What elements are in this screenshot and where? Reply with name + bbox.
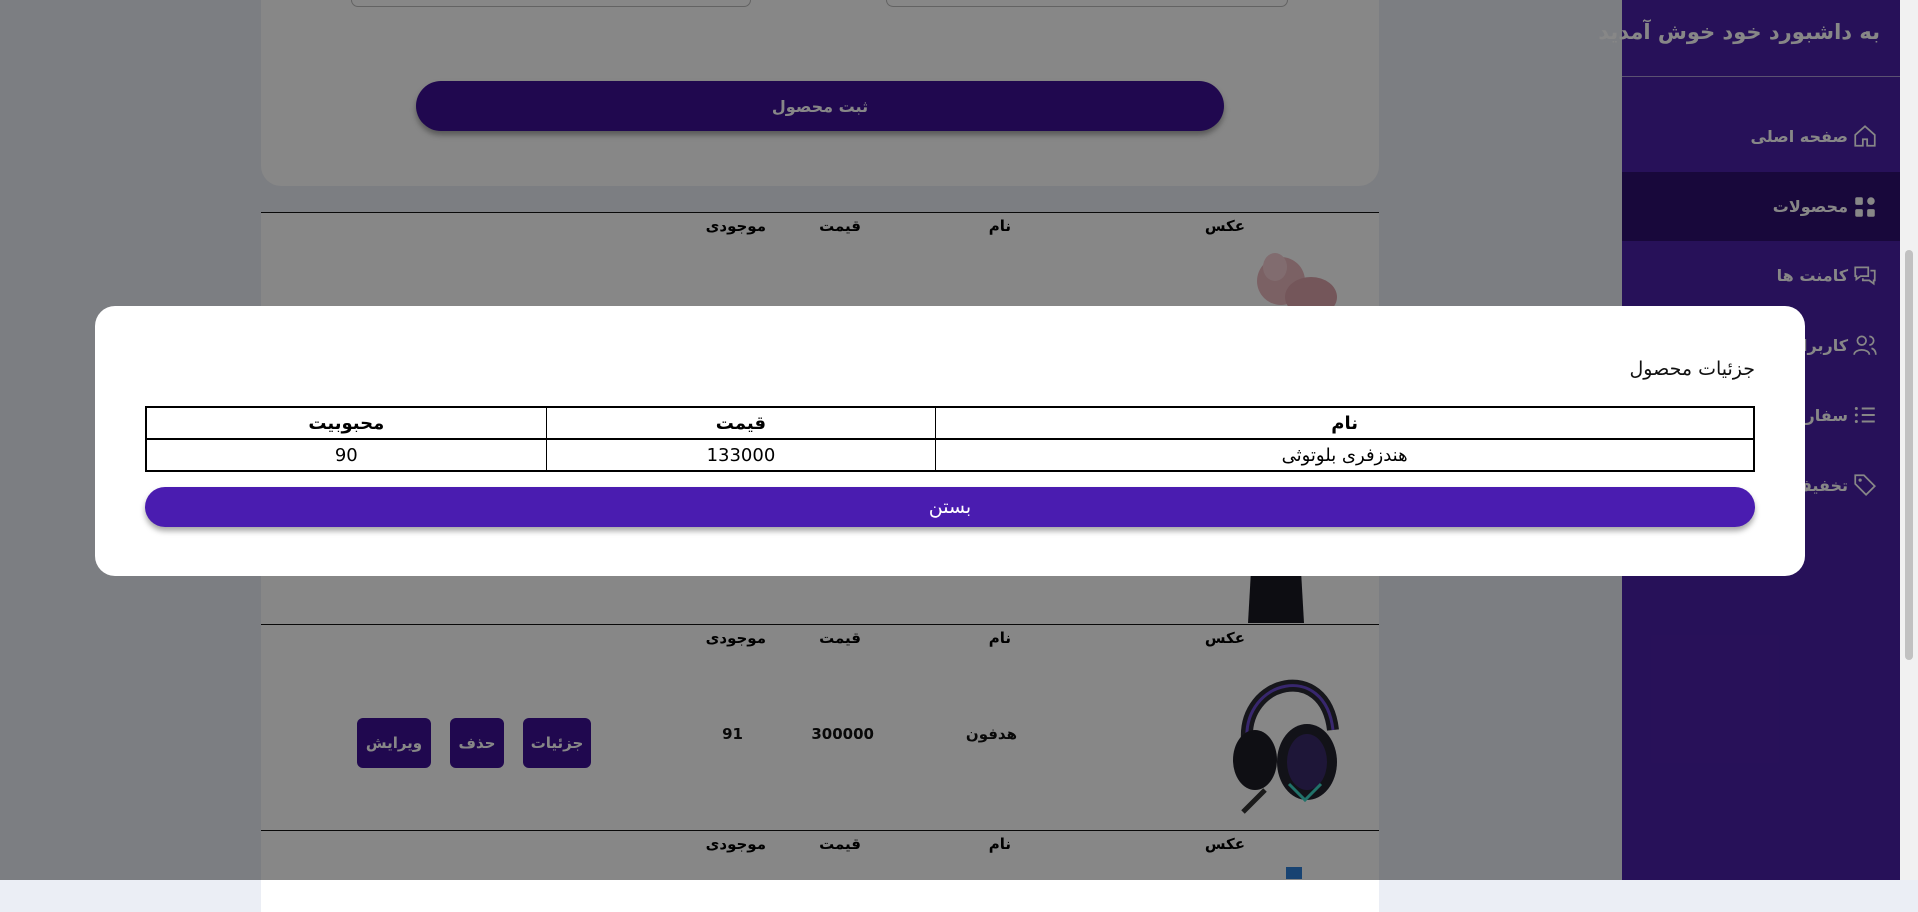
details-value-name: هندزفری بلوتوثی [935,438,1755,472]
close-modal-button[interactable]: بستن [145,487,1755,527]
details-value-popularity: 90 [145,438,547,472]
details-table: نام قیمت محبوبیت هندزفری بلوتوثی 133000 … [145,406,1755,472]
details-header-name: نام [935,406,1755,440]
scrollbar-thumb[interactable] [1905,250,1913,660]
details-header-row: نام قیمت محبوبیت [145,406,1755,440]
details-value-price: 133000 [545,438,937,472]
details-value-row: هندزفری بلوتوثی 133000 90 [145,438,1755,472]
details-header-popularity: محبوبیت [145,406,547,440]
modal-title: جزئیات محصول [1629,358,1755,380]
details-header-price: قیمت [545,406,937,440]
product-details-modal: جزئیات محصول نام قیمت محبوبیت هندزفری بل… [95,306,1805,576]
